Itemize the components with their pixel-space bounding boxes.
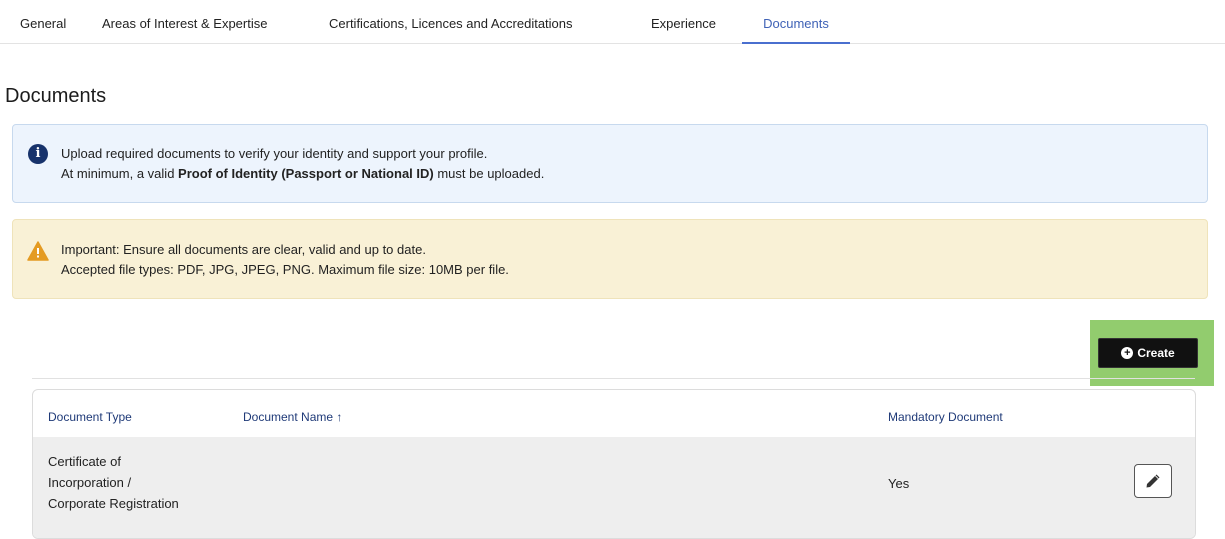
plus-circle-icon: + [1121, 347, 1134, 359]
cell-document-type-line: Corporate Registration [48, 496, 179, 511]
column-header-document-name-label: Document Name [243, 410, 334, 424]
info-alert-line2-suffix: must be uploaded. [433, 166, 545, 181]
tab-areas-of-interest[interactable]: Areas of Interest & Expertise [102, 0, 267, 44]
warning-icon [27, 241, 49, 261]
cell-mandatory: Yes [888, 476, 910, 491]
column-header-mandatory[interactable]: Mandatory Document [888, 410, 1003, 424]
warning-alert-line1: Important: Ensure all documents are clea… [61, 242, 426, 257]
tab-bar: General Areas of Interest & Expertise Ce… [0, 0, 1225, 44]
cell-document-type: Certificate of Incorporation / Corporate… [48, 451, 179, 514]
tab-documents[interactable]: Documents [742, 0, 850, 44]
table-row: Certificate of Incorporation / Corporate… [33, 437, 1195, 538]
pencil-icon [1146, 474, 1160, 488]
cell-document-type-line: Certificate of [48, 454, 121, 469]
tab-experience[interactable]: Experience [651, 0, 716, 44]
documents-table: Document Type Document Name ↑ Mandatory … [32, 389, 1196, 539]
warning-alert-line2: Accepted file types: PDF, JPG, JPEG, PNG… [61, 262, 509, 277]
page-title: Documents [5, 85, 107, 107]
info-alert-line1: Upload required documents to verify your… [61, 146, 488, 161]
info-alert-bold-text: Proof of Identity (Passport or National … [178, 166, 434, 181]
sort-arrow-up-icon: ↑ [336, 410, 343, 424]
column-header-document-type[interactable]: Document Type [48, 410, 132, 424]
tab-certifications[interactable]: Certifications, Licences and Accreditati… [329, 0, 573, 44]
info-alert-text: Upload required documents to verify your… [61, 144, 544, 184]
tab-general[interactable]: General [20, 0, 66, 44]
column-header-document-name[interactable]: Document Name ↑ [243, 410, 342, 424]
create-button[interactable]: + Create [1098, 338, 1198, 368]
info-alert-line2: At minimum, a valid Proof of Identity (P… [61, 164, 544, 184]
info-alert-line2-prefix: At minimum, a valid [61, 166, 179, 181]
info-alert: i Upload required documents to verify yo… [12, 124, 1208, 203]
cell-document-type-line: Incorporation / [48, 475, 132, 490]
warning-alert-text: Important: Ensure all documents are clea… [61, 240, 509, 280]
edit-button[interactable] [1134, 464, 1172, 498]
create-button-highlight: + Create [1090, 320, 1214, 386]
warning-alert: Important: Ensure all documents are clea… [12, 219, 1208, 299]
info-icon: i [28, 144, 48, 164]
divider [32, 378, 1195, 379]
create-button-label: Create [1137, 346, 1175, 360]
